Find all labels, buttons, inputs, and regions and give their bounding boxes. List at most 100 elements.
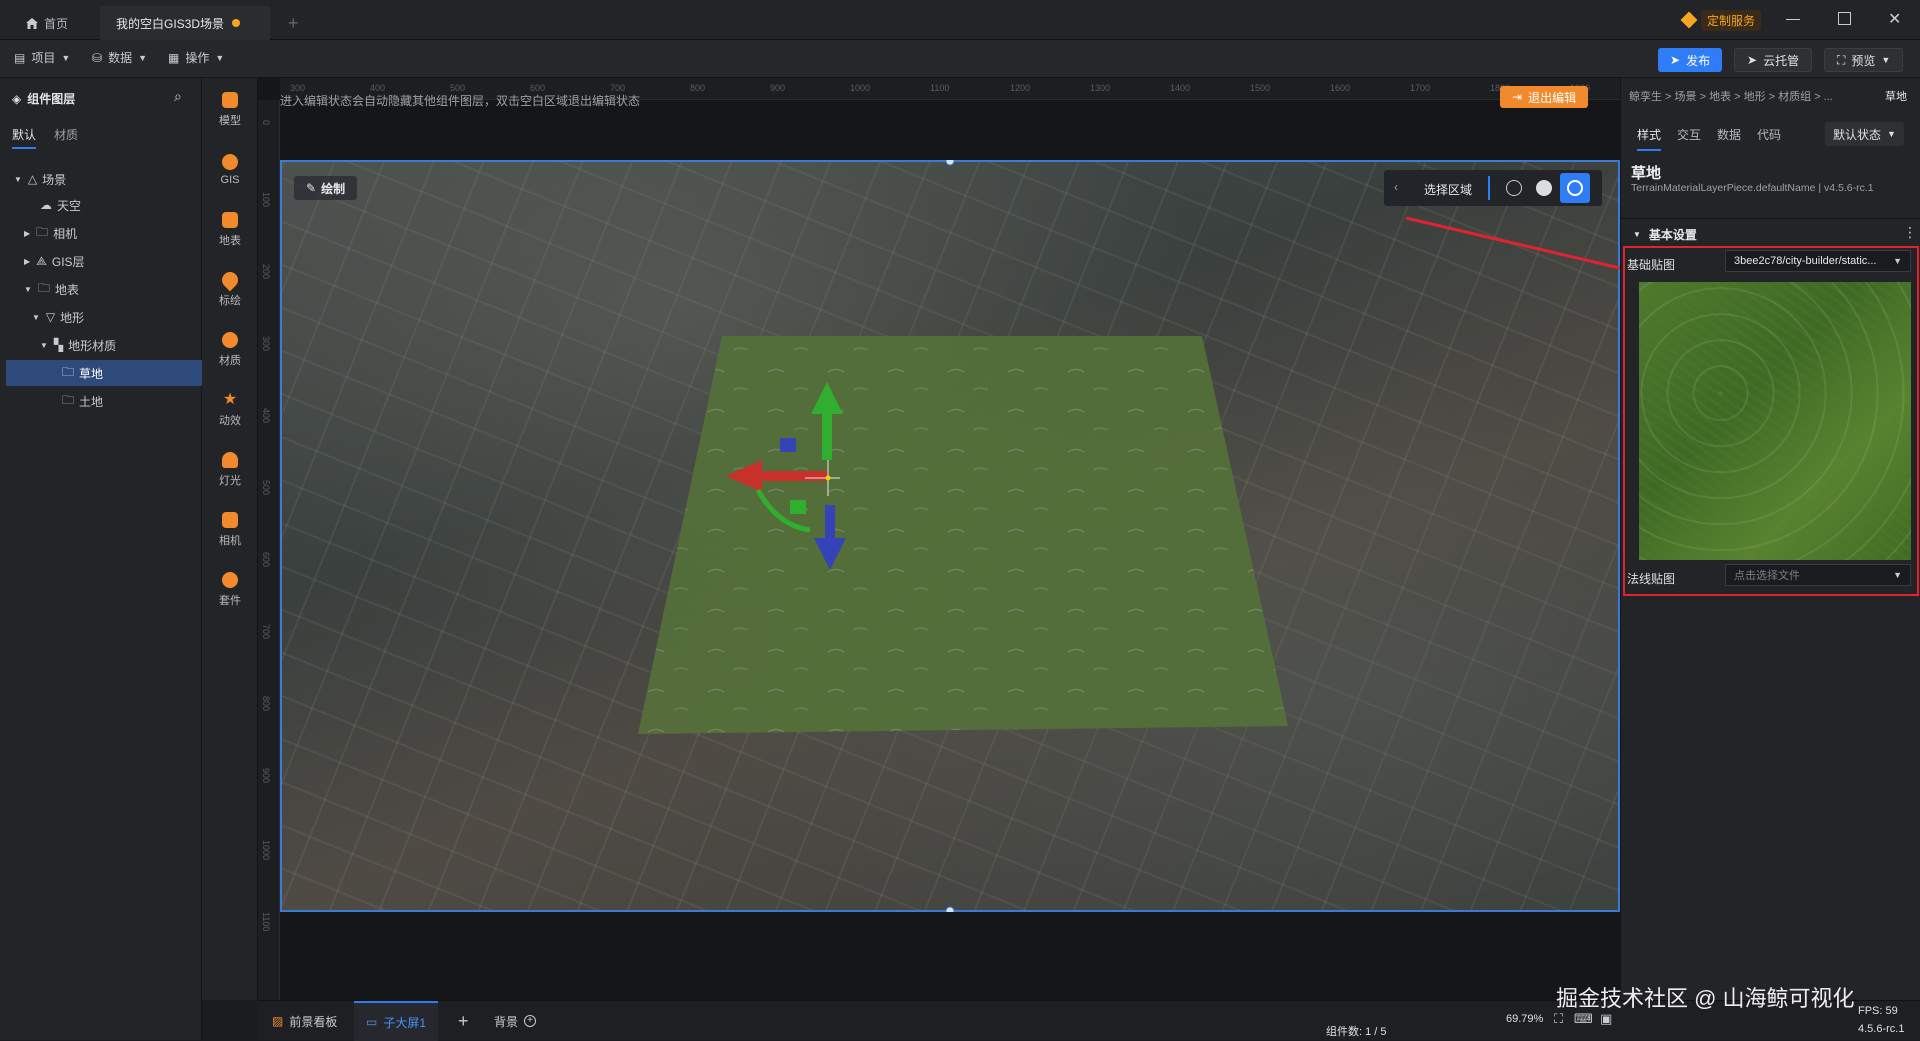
sphere-icon[interactable] [1536, 180, 1552, 196]
cloud-host-button[interactable]: ➤ 云托管 [1734, 48, 1813, 72]
editor-canvas[interactable]: 300 400 500 600 700 800 900 1000 1100 1200 1300 140… [258, 78, 1620, 1000]
component-toolbar: 模型 GIS 地表 标绘 材质 ★ 动效 灯光 相机 套件 [202, 78, 258, 1000]
gis-scene-view[interactable]: ✎ 绘制 ‹ 选择区域 [280, 160, 1620, 912]
normal-map-select[interactable]: 点击选择文件 ▼ [1725, 564, 1911, 586]
base-map-preview[interactable] [1639, 282, 1911, 560]
tab-interaction[interactable]: 交互 [1677, 126, 1701, 143]
globe-icon[interactable] [1506, 180, 1522, 196]
file-icon: ▤ [14, 50, 26, 65]
exit-edit-button[interactable]: ⇥ 退出编辑 [1500, 86, 1589, 108]
terminal-icon[interactable]: ▣ [1600, 1011, 1612, 1027]
tab-scene[interactable]: 我的空白GIS3D场景 [100, 6, 270, 40]
version-label: 4.5.6-rc.1 [1858, 1023, 1905, 1035]
tree-item-sky[interactable]: ☁ 天空 [0, 192, 200, 218]
chevron-down-icon: ▼ [1893, 256, 1902, 266]
plus-circle-icon: + [524, 1015, 537, 1027]
tab-style[interactable]: 样式 [1637, 126, 1662, 151]
select-area-button[interactable]: 选择区域 [1424, 181, 1472, 198]
chevron-left-icon[interactable]: ‹ [1394, 180, 1398, 194]
material-tool[interactable]: 材质 [202, 322, 258, 378]
tree-item-camera[interactable]: ▶ 🗀 相机 [0, 220, 200, 246]
section-basic-settings[interactable]: ▼ 基本设置 [1633, 226, 1697, 243]
zoom-level[interactable]: 69.79% [1506, 1013, 1543, 1025]
tab-code[interactable]: 代码 [1757, 126, 1781, 143]
rotate-icon [1567, 180, 1583, 196]
tree-item-scene[interactable]: ▼ △ 场景 [0, 166, 200, 192]
preview-button[interactable]: ⛶ 预览 ▼ [1824, 48, 1904, 72]
fullscreen-icon: ⛶ [1837, 52, 1846, 67]
gis-icon: ⟁ [36, 253, 47, 268]
layer-panel-header: ◈ 组件图层 [12, 91, 76, 107]
send-icon: ➤ [1747, 53, 1758, 67]
globe-icon [222, 154, 238, 170]
tree-item-terrain[interactable]: ▼ ▽ 地形 [0, 304, 200, 330]
material-icon: ▚ [53, 338, 64, 352]
publish-button[interactable]: ➤ 发布 [1658, 48, 1723, 72]
new-tab-icon[interactable]: + [272, 6, 315, 40]
chevron-down-icon: ▼ [1881, 55, 1891, 65]
rotate-mode-button[interactable] [1560, 173, 1590, 203]
fit-screen-icon[interactable]: ⛶ [1554, 1011, 1563, 1027]
camera-tool[interactable]: 相机 [202, 502, 258, 558]
send-icon: ➤ [1670, 53, 1681, 67]
tab-label: 我的空白GIS3D场景 [116, 16, 225, 31]
board-icon: ▨ [272, 1014, 284, 1028]
layer-panel: ◈ 组件图层 ⌕ 默认 材质 ▼ △ 场景 ☁ 天空 ▶ 🗀 相机 ▶ ⟁ GI… [0, 78, 202, 1040]
grass-plane [638, 336, 1288, 734]
tree-item-soil[interactable]: 🗀 土地 [0, 388, 200, 414]
tab-default[interactable]: 默认 [12, 126, 37, 149]
tab-foreground-board[interactable]: ▨ 前景看板 [264, 1001, 345, 1041]
breadcrumb: 鲸孪生 > 场景 > 地表 > 地形 > 材质组 > ... [1629, 91, 1833, 103]
tab-material[interactable]: 材质 [54, 126, 78, 143]
more-options-icon[interactable]: ⋮ [1903, 224, 1917, 241]
search-icon[interactable]: ⌕ [174, 88, 182, 105]
menu-data[interactable]: ⛁ 数据 ▼ [92, 49, 147, 66]
tab-home[interactable]: 首页 [10, 6, 84, 40]
ruler-tick-label: 1300 [1090, 83, 1111, 93]
gis-tool[interactable]: GIS [202, 142, 258, 198]
tab-data[interactable]: 数据 [1717, 126, 1741, 143]
state-select[interactable]: 默认状态 ▼ [1825, 122, 1904, 146]
model-tool[interactable]: 模型 [202, 82, 258, 138]
tab-label: 首页 [44, 16, 69, 31]
surface-tool[interactable]: 地表 [202, 202, 258, 258]
folder-icon: 🗀 [36, 224, 49, 239]
ruler-tick-label: 1000 [850, 83, 871, 93]
lamp-icon [222, 452, 238, 468]
menu-project[interactable]: ▤ 项目 ▼ [14, 49, 70, 66]
normal-map-label: 法线贴图 [1627, 572, 1676, 586]
ruler-tick-label: 600 [261, 552, 271, 568]
cloud-icon: ☁ [40, 198, 52, 212]
tree-item-gis[interactable]: ▶ ⟁ GIS层 [0, 248, 200, 274]
tree-item-terrain-material[interactable]: ▼ ▚ 地形材质 [0, 332, 200, 358]
custom-service-button[interactable]: 定制服务 [1680, 9, 1762, 31]
ruler-tick-label: 800 [690, 83, 706, 93]
minimize-icon[interactable] [1786, 12, 1800, 26]
diamond-icon [1680, 11, 1698, 29]
base-map-select[interactable]: 3bee2c78/city-builder/static... ▼ [1725, 250, 1911, 272]
background-tab[interactable]: 背景 + [494, 1001, 537, 1041]
ruler-tick-label: 400 [261, 408, 271, 424]
light-tool[interactable]: 灯光 [202, 442, 258, 498]
caret-down-icon: ▼ [32, 312, 40, 322]
close-icon[interactable]: ✕ [1888, 9, 1901, 29]
ruler-tick-label: 500 [261, 480, 271, 496]
unsaved-dot-icon [232, 19, 241, 27]
restore-icon[interactable] [1838, 12, 1851, 25]
add-screen-button[interactable]: + [458, 1001, 469, 1041]
effect-tool[interactable]: ★ 动效 [202, 382, 258, 438]
tree-item-surface[interactable]: ▼ 🗀 地表 [0, 276, 200, 302]
caret-right-icon: ▶ [24, 228, 31, 238]
tab-sub-screen[interactable]: ▭ 子大屏1 [354, 1001, 439, 1041]
tree-item-grass[interactable]: 🗀 草地 [6, 360, 202, 386]
menu-operate[interactable]: ▦ 操作 ▼ [168, 49, 224, 66]
scene-toolbar: ‹ 选择区域 [1384, 170, 1602, 206]
grid-icon: ▦ [168, 50, 180, 65]
kit-tool[interactable]: 套件 [202, 562, 258, 618]
watermark: 掘金技术社区 @ 山海鲸可视化 [1556, 986, 1855, 1011]
plot-tool[interactable]: 标绘 [202, 262, 258, 318]
terrain-icon: ▽ [45, 310, 56, 324]
keyboard-icon[interactable]: ⌨ [1574, 1011, 1593, 1027]
edit-hint: 进入编辑状态会自动隐藏其他组件图层，双击空白区域退出编辑状态 [280, 94, 641, 108]
draw-button[interactable]: ✎ 绘制 [294, 176, 358, 200]
